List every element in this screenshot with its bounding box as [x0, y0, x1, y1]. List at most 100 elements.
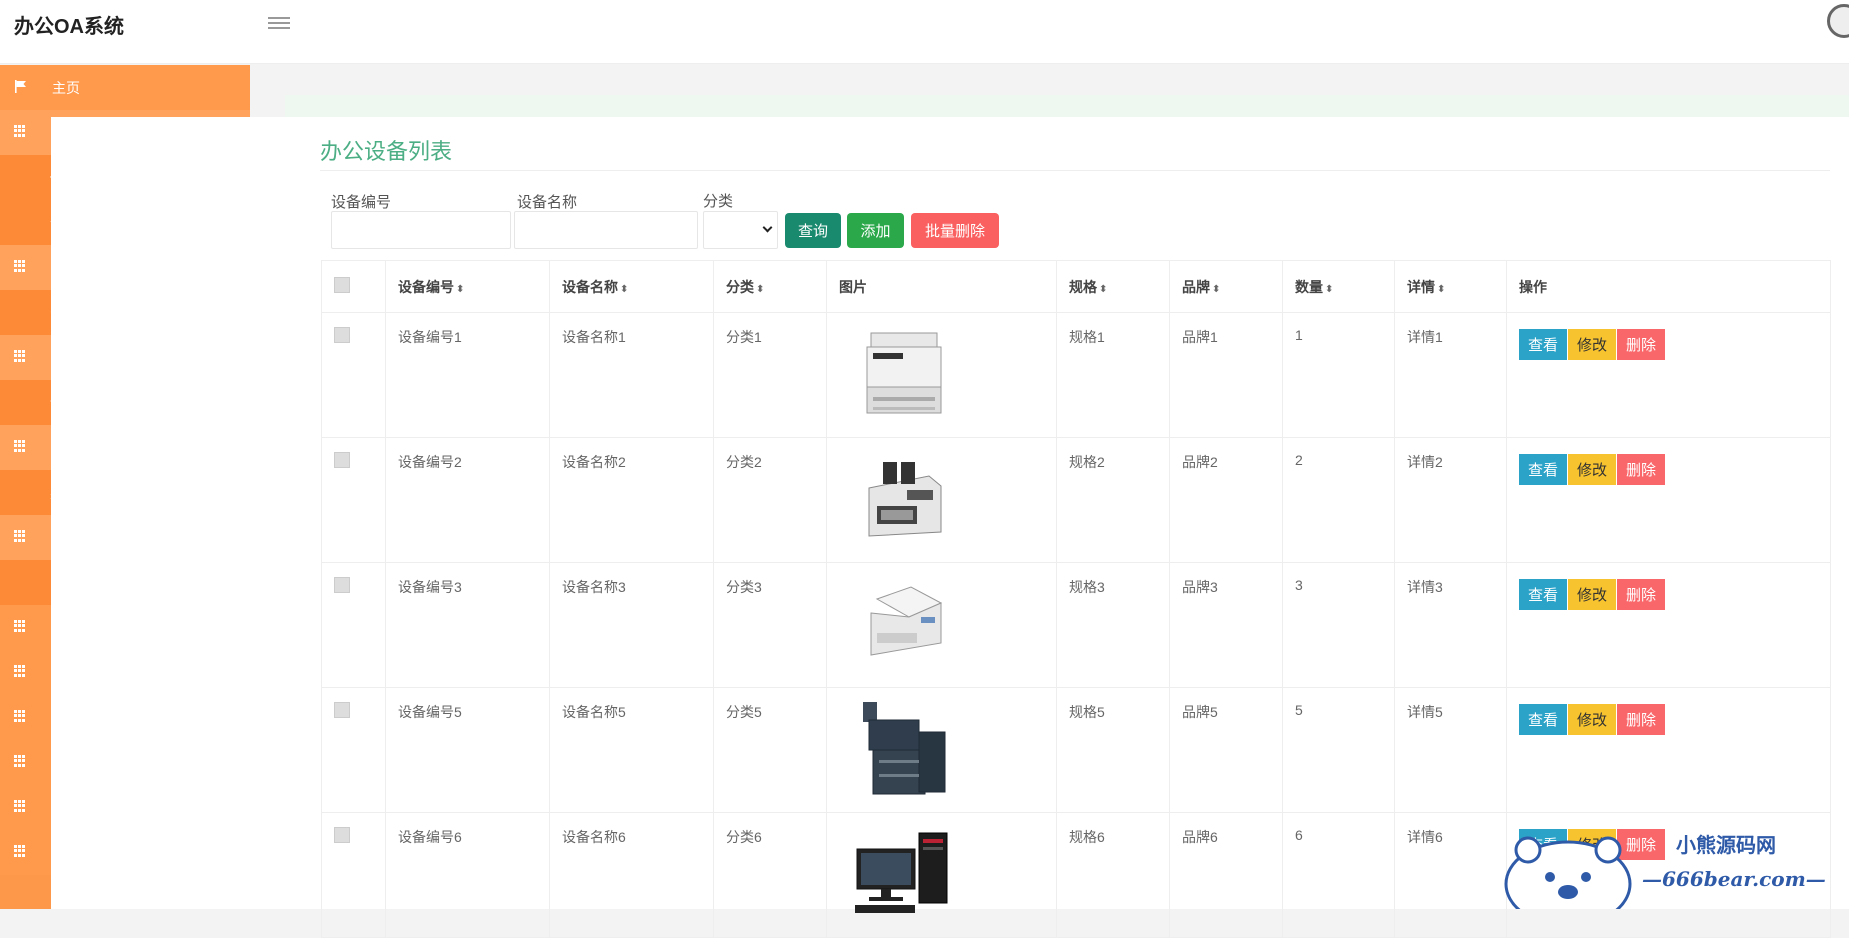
- cell-category: 分类2: [713, 437, 827, 563]
- cell-actions: 查看修改删除: [1506, 687, 1831, 813]
- cell-name: 设备名称2: [549, 437, 714, 563]
- cell-image: [826, 312, 1057, 438]
- view-button[interactable]: 查看: [1519, 329, 1568, 360]
- cell-category: 分类1: [713, 312, 827, 438]
- grid-icon: [14, 665, 28, 677]
- batch-delete-button[interactable]: 批量删除: [911, 213, 999, 248]
- cell-spec: 规格6: [1056, 812, 1170, 938]
- cell-code: 设备编号1: [385, 312, 550, 438]
- row-select-cell: [321, 312, 386, 438]
- table-row: 设备编号3 设备名称3 分类3 规格3 品牌3 3 详情3 查看 修改 删除: [321, 562, 1831, 688]
- cell-details: 详情5: [1394, 687, 1507, 813]
- row-checkbox[interactable]: [334, 452, 350, 468]
- cell-actions: 查看修改删除: [1506, 437, 1831, 563]
- select-all-header: [321, 260, 386, 313]
- sidebar-item-label: 主页: [52, 79, 80, 96]
- filter-code-input[interactable]: [331, 211, 511, 249]
- view-button[interactable]: 查看: [1519, 579, 1568, 610]
- page-title: 办公设备列表: [320, 139, 453, 164]
- cell-actions: 查看修改删除: [1506, 312, 1831, 438]
- add-button[interactable]: 添加: [847, 213, 904, 248]
- edit-button[interactable]: 修改: [1568, 454, 1617, 485]
- cell-image: [826, 562, 1057, 688]
- row-select-cell: [321, 437, 386, 563]
- cell-name: 设备名称5: [549, 687, 714, 813]
- large-copier-image: [863, 702, 946, 795]
- watermark-line1: 小熊源码网: [1676, 833, 1776, 857]
- cell-brand: 品牌1: [1169, 312, 1283, 438]
- cell-brand: 品牌6: [1169, 812, 1283, 938]
- edit-button[interactable]: 修改: [1568, 704, 1617, 735]
- row-select-cell: [321, 687, 386, 813]
- cell-category: 分类6: [713, 812, 827, 938]
- row-checkbox[interactable]: [334, 577, 350, 593]
- grid-icon: [14, 710, 28, 722]
- cell-image: [826, 687, 1057, 813]
- header-name[interactable]: 设备名称 ⬍: [549, 260, 714, 313]
- delete-button[interactable]: 删除: [1617, 454, 1666, 485]
- filter-name-label: 设备名称: [517, 194, 578, 211]
- select-all-checkbox[interactable]: [334, 277, 350, 293]
- avatar[interactable]: [1827, 4, 1849, 38]
- top-bar: 办公OA系统: [0, 0, 1849, 64]
- cell-spec: 规格3: [1056, 562, 1170, 688]
- cell-name: 设备名称3: [549, 562, 714, 688]
- cell-code: 设备编号3: [385, 562, 550, 688]
- cell-image: [826, 812, 1057, 938]
- desktop-computer-image: [855, 832, 948, 913]
- header-image: 图片: [826, 260, 1057, 313]
- grid-icon: [14, 755, 28, 767]
- edit-button[interactable]: 修改: [1568, 579, 1617, 610]
- printer-mfp-image: [866, 332, 942, 414]
- cell-name: 设备名称6: [549, 812, 714, 938]
- sort-icon: ⬍: [620, 283, 629, 295]
- hamburger-menu-icon[interactable]: [268, 14, 290, 32]
- cell-details: 详情2: [1394, 437, 1507, 563]
- header-code[interactable]: 设备编号 ⬍: [385, 260, 550, 313]
- cell-category: 分类5: [713, 687, 827, 813]
- delete-button[interactable]: 删除: [1617, 579, 1666, 610]
- grid-icon: [14, 800, 28, 812]
- edit-button[interactable]: 修改: [1568, 329, 1617, 360]
- row-checkbox[interactable]: [334, 702, 350, 718]
- sidebar-item-0[interactable]: 主页: [0, 65, 250, 110]
- grid-icon: [14, 440, 28, 452]
- filter-category-select[interactable]: [703, 211, 778, 249]
- cell-category: 分类3: [713, 562, 827, 688]
- grid-icon: [14, 845, 28, 857]
- sort-icon: ⬍: [1437, 283, 1446, 295]
- view-button[interactable]: 查看: [1519, 704, 1568, 735]
- sort-icon: ⬍: [456, 283, 465, 295]
- grid-icon: [14, 530, 28, 542]
- sort-icon: ⬍: [1099, 283, 1108, 295]
- delete-button[interactable]: 删除: [1617, 329, 1666, 360]
- flag-icon: [14, 80, 28, 93]
- header-details[interactable]: 详情 ⬍: [1394, 260, 1507, 313]
- cell-actions: 查看修改删除: [1506, 562, 1831, 688]
- header-actions: 操作: [1506, 260, 1831, 313]
- money-counter-image: [868, 462, 942, 537]
- header-category[interactable]: 分类 ⬍: [713, 260, 827, 313]
- delete-button[interactable]: 删除: [1617, 704, 1666, 735]
- watermark-logo: 小熊源码网 —666bear.com—: [1504, 833, 1826, 909]
- header-quantity[interactable]: 数量 ⬍: [1282, 260, 1395, 313]
- row-checkbox[interactable]: [334, 327, 350, 343]
- view-button[interactable]: 查看: [1519, 454, 1568, 485]
- cell-details: 详情3: [1394, 562, 1507, 688]
- cell-name: 设备名称1: [549, 312, 714, 438]
- title-divider: [320, 170, 1830, 171]
- cell-quantity: 3: [1282, 562, 1395, 688]
- cell-spec: 规格5: [1056, 687, 1170, 813]
- table-header-row: 设备编号 ⬍ 设备名称 ⬍ 分类 ⬍ 图片 规格 ⬍ 品牌 ⬍ 数量 ⬍ 详情 ⬍ 操作: [321, 260, 1831, 313]
- table-row: 设备编号2 设备名称2 分类2 规格2 品牌2 2 详情2 查看 修改 删除: [321, 437, 1831, 563]
- header-spec[interactable]: 规格 ⬍: [1056, 260, 1170, 313]
- filter-code-label: 设备编号: [331, 194, 392, 211]
- filter-name-input[interactable]: [514, 211, 698, 249]
- cell-image: [826, 437, 1057, 563]
- query-button[interactable]: 查询: [785, 213, 841, 248]
- row-checkbox[interactable]: [334, 827, 350, 843]
- cell-spec: 规格2: [1056, 437, 1170, 563]
- header-brand[interactable]: 品牌 ⬍: [1169, 260, 1283, 313]
- cell-details: 详情1: [1394, 312, 1507, 438]
- sort-icon: ⬍: [1325, 283, 1334, 295]
